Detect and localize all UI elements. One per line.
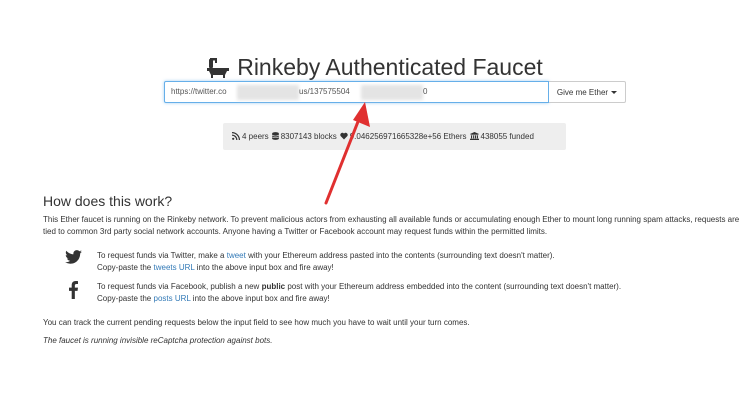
caret-down-icon xyxy=(611,90,618,94)
peers-count: 4 peers xyxy=(242,132,269,141)
intro-paragraph: This Ether faucet is running on the Rink… xyxy=(43,215,740,236)
database-icon xyxy=(271,131,279,142)
blocks-count: 8307143 blocks xyxy=(280,132,337,141)
url-input[interactable]: https://twitter.co us/137575504 0 xyxy=(164,81,549,103)
facebook-line-2: Copy-paste the posts URL into the above … xyxy=(97,294,330,303)
redacted-region xyxy=(237,85,299,100)
annotation-arrow xyxy=(324,102,370,205)
heartbeat-icon xyxy=(340,132,348,142)
url-text-end: 0 xyxy=(423,87,428,96)
facebook-icon xyxy=(69,281,78,302)
twitter-line-2: Copy-paste the tweets URL into the above… xyxy=(97,263,334,272)
funded-count: 438055 funded xyxy=(480,132,534,141)
network-stats: 4 peers 8307143 blocks 9.046256971665328… xyxy=(223,123,566,150)
give-me-ether-label: Give me Ether xyxy=(556,87,609,97)
redacted-region xyxy=(361,85,423,100)
recaptcha-note: The faucet is running invisible reCaptch… xyxy=(43,336,273,345)
give-me-ether-button[interactable]: Give me Ether xyxy=(549,81,626,103)
posts-url-link[interactable]: posts URL xyxy=(154,294,191,303)
pending-requests-note: You can track the current pending reques… xyxy=(43,318,470,327)
how-it-works-heading: How does this work? xyxy=(43,193,173,209)
page-title-text: Rinkeby Authenticated Faucet xyxy=(237,54,543,81)
ethers-amount: 9.046256971665328e+56 Ethers xyxy=(349,132,467,141)
twitter-line-1: To request funds via Twitter, make a twe… xyxy=(97,251,555,260)
rss-icon xyxy=(231,131,240,142)
url-text-mid: us/137575504 xyxy=(299,87,350,96)
facebook-line-1: To request funds via Facebook, publish a… xyxy=(97,282,622,291)
url-text-start: https://twitter.co xyxy=(171,87,227,96)
twitter-icon xyxy=(65,250,82,267)
tweets-url-link[interactable]: tweets URL xyxy=(154,263,195,272)
bank-icon xyxy=(469,131,479,142)
tweet-link[interactable]: tweet xyxy=(227,251,246,260)
